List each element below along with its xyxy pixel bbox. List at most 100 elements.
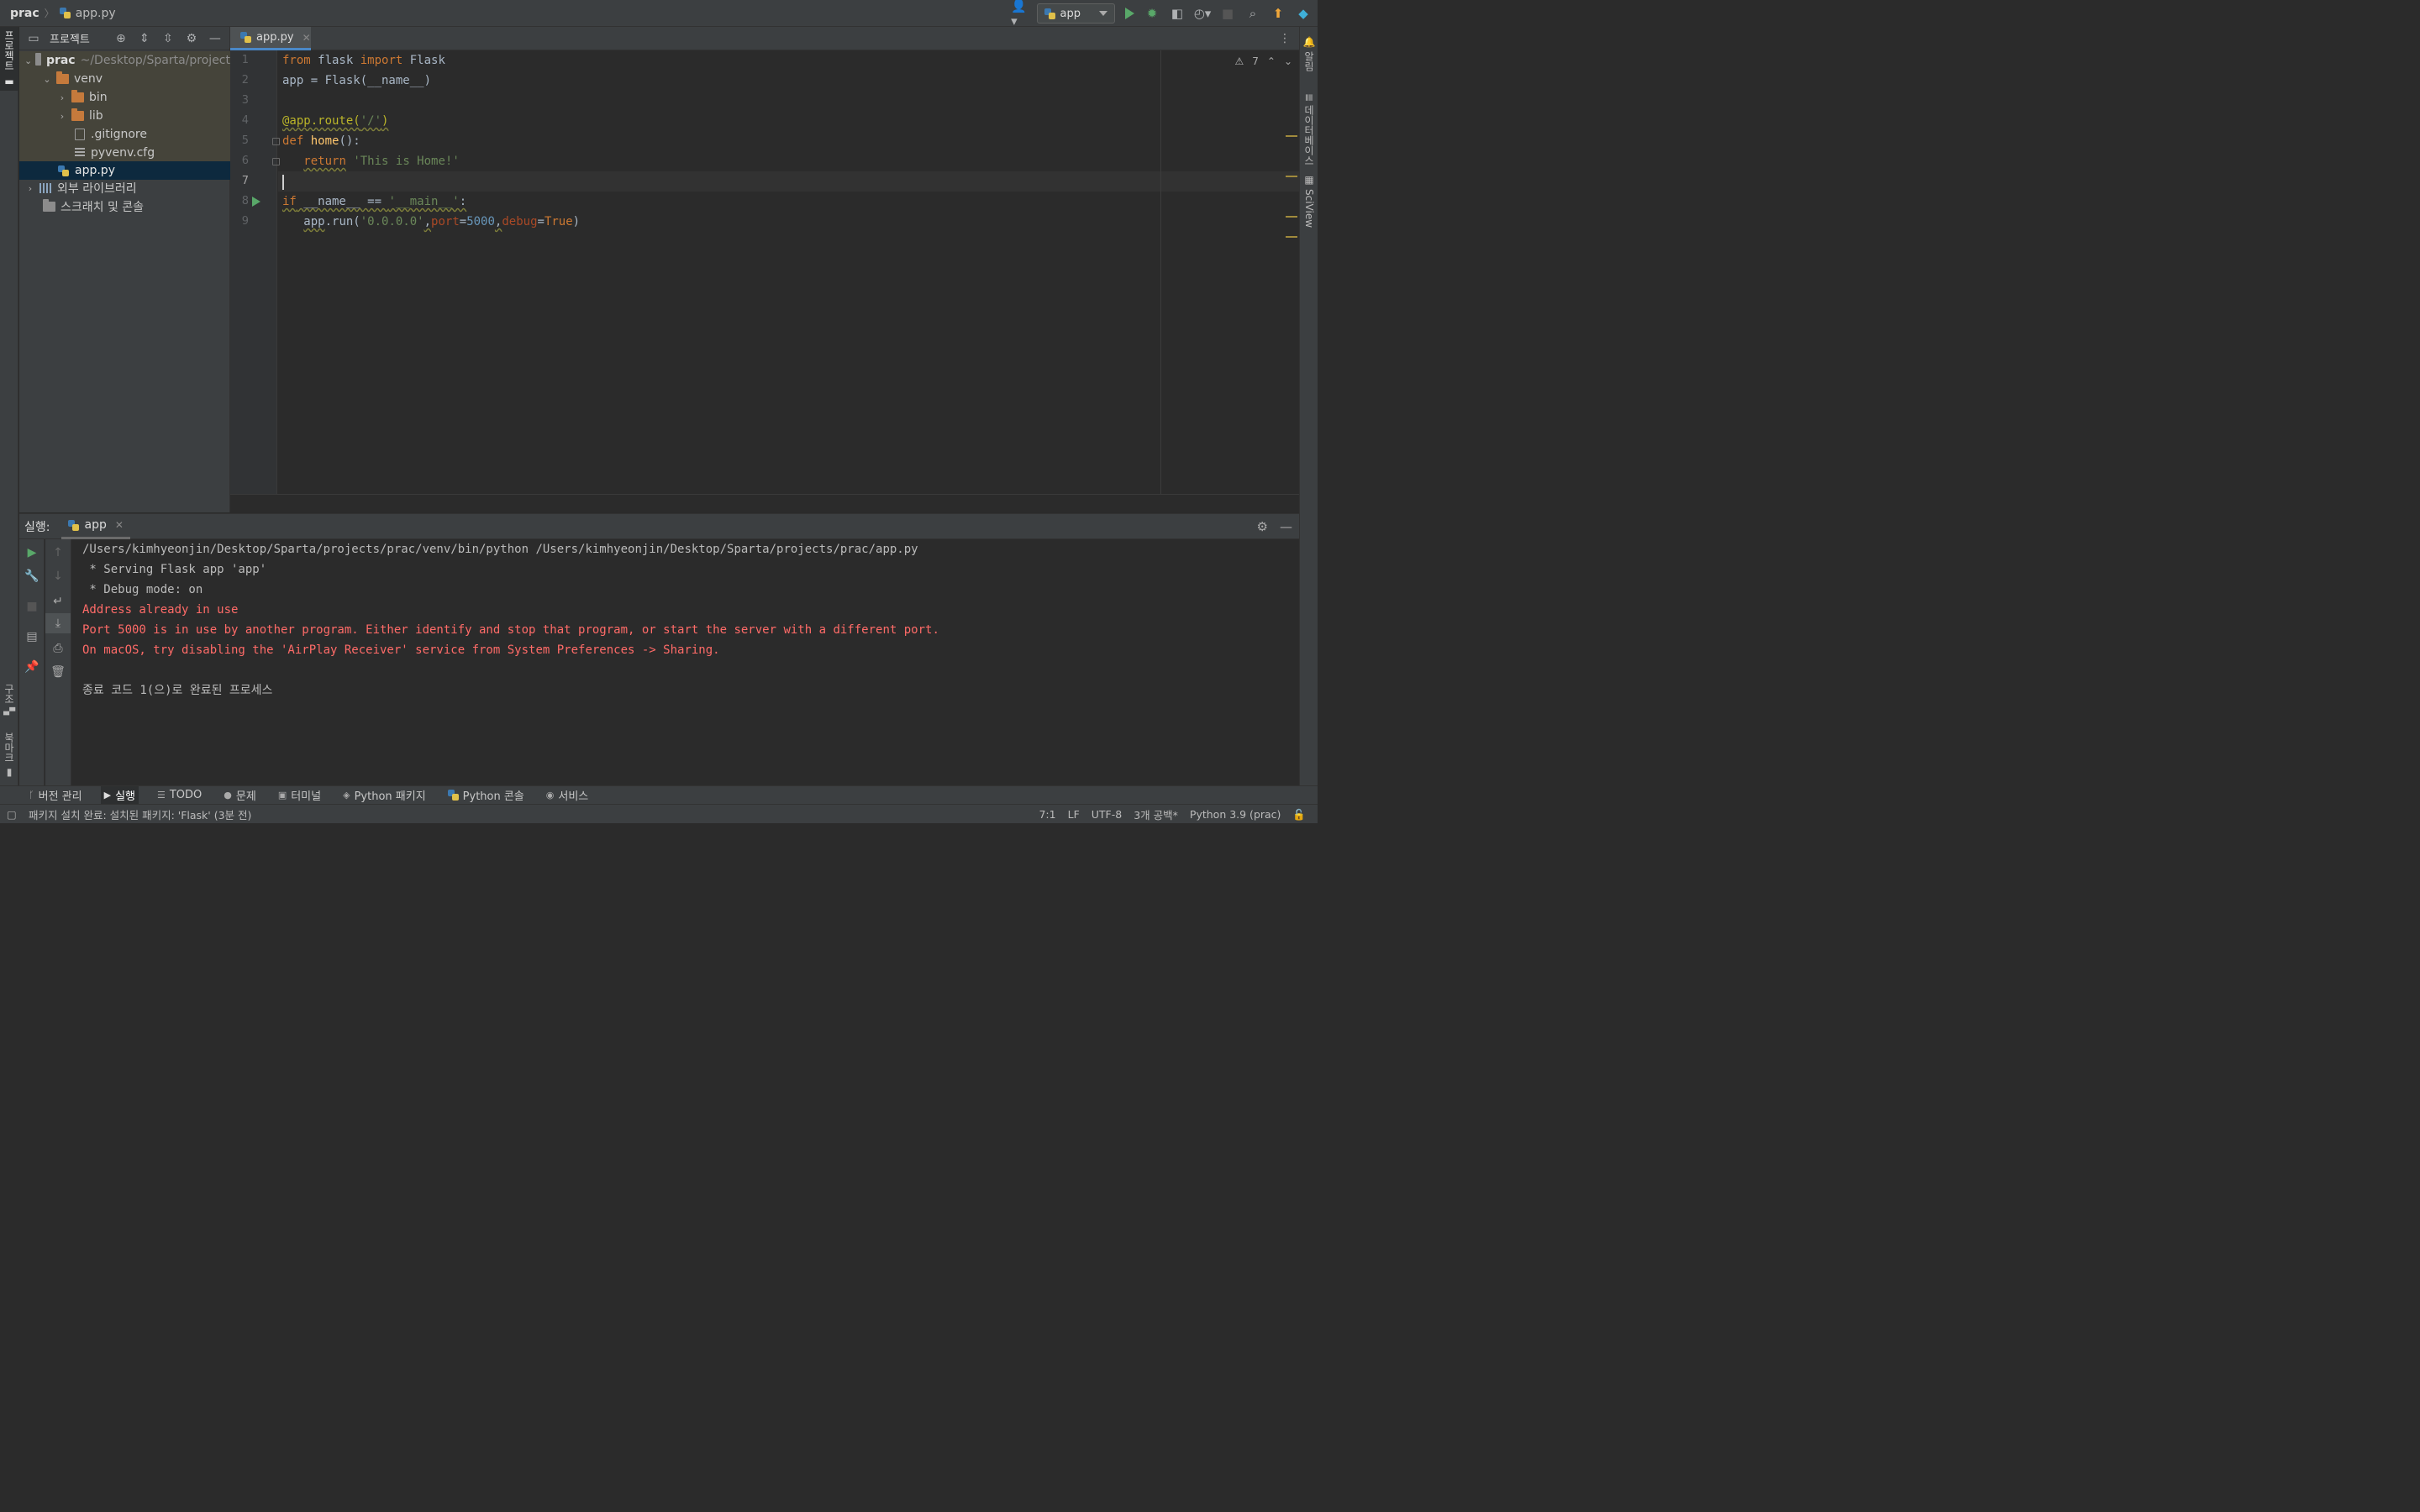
toolwindow-notifications[interactable]: 🔔 알림	[1300, 32, 1318, 76]
chevron-right-icon[interactable]: ›	[56, 92, 68, 103]
run-toolbar-primary: ▶ 🔧 ■ ▤ 📌	[19, 539, 45, 786]
more-options-icon[interactable]: ⋮	[1279, 32, 1291, 45]
tab-problems[interactable]: ● 문제	[220, 786, 260, 805]
arrow-down-icon[interactable]: ↓	[45, 566, 71, 586]
tree-item-app-py[interactable]: app.py	[19, 161, 230, 180]
tree-item-label: lib	[89, 109, 103, 123]
hide-panel-icon[interactable]: —	[208, 32, 223, 45]
breadcrumb-file[interactable]: app.py	[76, 7, 116, 20]
soft-wrap-icon[interactable]: ↵	[45, 591, 71, 612]
tab-terminal[interactable]: ▣ 터미널	[275, 786, 324, 805]
tree-item-external-libraries[interactable]: › 외부 라이브러리	[19, 179, 230, 197]
tree-item-venv[interactable]: ⌄ venv	[19, 70, 230, 88]
jetbrains-toolbox-icon[interactable]: ◆	[1296, 6, 1311, 21]
tree-item-scratches[interactable]: 스크래치 및 콘솔	[19, 197, 230, 216]
run-gutter-icon[interactable]	[252, 197, 260, 207]
inspection-widget[interactable]: ⚠ 7 ⌃ ⌄	[1234, 55, 1292, 67]
rerun-icon[interactable]: ▶	[19, 543, 45, 563]
caret-position[interactable]: 7:1	[1039, 808, 1055, 821]
run-configuration-select[interactable]: app	[1036, 3, 1115, 24]
chevron-down-icon[interactable]: ⌄	[41, 74, 53, 85]
tree-item-pyvenv-cfg[interactable]: pyvenv.cfg	[19, 144, 230, 162]
arrow-up-icon[interactable]: ↑	[45, 543, 71, 563]
editor-gutter[interactable]: 1 2 3 4 5 6 7 8 9	[230, 50, 280, 494]
tab-services[interactable]: ◉ 서비스	[543, 786, 592, 805]
tab-label: Python 콘솔	[462, 790, 524, 803]
tab-version-control[interactable]: ᚴ 버전 관리	[25, 786, 86, 805]
update-icon[interactable]: ⬆	[1270, 6, 1286, 21]
tab-todo[interactable]: ☰ TODO	[154, 786, 205, 805]
profile-icon[interactable]: ◴▾	[1194, 6, 1212, 21]
line-number: 5	[241, 134, 249, 147]
chevron-down-icon[interactable]: ⌄	[24, 55, 32, 66]
toolwindow-structure[interactable]: 구조 ▚	[0, 679, 18, 721]
toggle-tool-windows-icon[interactable]: ▢	[7, 808, 17, 821]
locate-file-icon[interactable]: ⊕	[113, 32, 129, 45]
user-account-icon[interactable]: 👤▾	[1011, 0, 1027, 29]
close-icon[interactable]: ✕	[115, 519, 124, 531]
edit-configuration-icon[interactable]: 🔧	[19, 566, 45, 586]
list-icon: ☰	[156, 790, 166, 801]
toolwindow-project[interactable]: 프로젝트 ▬	[0, 27, 18, 91]
tree-item-label: 외부 라이브러리	[57, 182, 137, 196]
tree-item-lib[interactable]: › lib	[19, 107, 230, 125]
warning-stripe-mark[interactable]	[1286, 176, 1297, 177]
trash-icon[interactable]: 🗑	[45, 662, 71, 682]
fold-icon[interactable]	[272, 138, 280, 145]
print-icon[interactable]: ⎙	[45, 638, 71, 659]
chevron-up-icon[interactable]: ⌃	[1267, 55, 1276, 67]
editor-tab-app-py[interactable]: app.py ✕	[230, 27, 311, 50]
terminal-icon: ▣	[277, 790, 287, 801]
gear-icon[interactable]: ⚙	[184, 32, 199, 45]
breadcrumb-project[interactable]: prac	[10, 7, 39, 20]
chevron-right-icon[interactable]: ›	[24, 183, 36, 194]
toolwindow-database[interactable]: ≣ 데이터베이스	[1300, 82, 1318, 176]
chevron-down-icon[interactable]: ⌄	[1284, 55, 1292, 67]
folder-icon: ▬	[3, 76, 15, 87]
line-number: 7	[241, 175, 249, 187]
code-editor[interactable]: 1 2 3 4 5 6 7 8 9 from flask import Flas…	[230, 50, 1299, 494]
collapse-all-icon[interactable]: ⇳	[160, 32, 176, 45]
tree-item-bin[interactable]: › bin	[19, 88, 230, 107]
hide-panel-icon[interactable]: —	[1280, 519, 1292, 534]
chevron-right-icon[interactable]: ›	[56, 111, 68, 122]
editor-horizontal-scrollbar[interactable]	[230, 494, 1299, 512]
expand-all-icon[interactable]: ⇕	[137, 32, 152, 45]
debug-icon[interactable]: ✹	[1144, 6, 1160, 21]
close-icon[interactable]: ✕	[302, 32, 311, 44]
warning-stripe-mark[interactable]	[1286, 216, 1297, 218]
sciview-icon: ▦	[1303, 173, 1315, 186]
scroll-to-end-icon[interactable]: ⤓	[45, 613, 71, 633]
status-message[interactable]: 패키지 설치 완료: 설치된 패키지: 'Flask' (3분 전)	[0, 806, 251, 822]
toolwindow-bookmarks[interactable]: 북마크 ▮	[0, 731, 18, 780]
coverage-icon[interactable]: ◧	[1170, 6, 1185, 21]
python-interpreter[interactable]: Python 3.9 (prac)	[1190, 808, 1281, 821]
stop-icon[interactable]: ■	[19, 596, 45, 617]
warning-stripe-mark[interactable]	[1286, 236, 1297, 238]
project-panel-title[interactable]: 프로젝트	[50, 30, 90, 46]
tree-item-prac[interactable]: ⌄ prac ~/Desktop/Sparta/project	[19, 51, 230, 70]
tree-item-label: bin	[89, 91, 108, 104]
tab-python-console[interactable]: Python 콘솔	[445, 786, 528, 805]
tree-item-gitignore[interactable]: .gitignore	[19, 125, 230, 144]
layout-icon[interactable]: ▤	[19, 627, 45, 647]
search-icon[interactable]: ⌕	[1245, 6, 1260, 21]
warning-icon: ⚠	[1234, 55, 1244, 67]
console-error-line: Address already in use	[82, 603, 239, 617]
run-tab-app[interactable]: app ✕	[61, 514, 130, 539]
run-button[interactable]	[1125, 8, 1134, 19]
console-output[interactable]: /Users/kimhyeonjin/Desktop/Sparta/projec…	[82, 539, 1292, 786]
pin-icon[interactable]: 📌	[19, 657, 45, 677]
gear-icon[interactable]: ⚙	[1257, 519, 1268, 534]
tab-python-packages[interactable]: ◈ Python 패키지	[339, 786, 429, 805]
tab-run[interactable]: ▶ 실행	[100, 785, 139, 805]
file-encoding[interactable]: UTF-8	[1092, 808, 1122, 821]
warning-stripe-mark[interactable]	[1286, 135, 1297, 137]
title-bar: prac 〉 app.py 👤▾ app ✹ ◧ ◴▾ ■ ⌕ ⬆ ◆	[0, 0, 1318, 29]
line-separator[interactable]: LF	[1068, 808, 1080, 821]
toolwindow-sciview[interactable]: ▦ SciView	[1300, 171, 1318, 230]
lock-icon[interactable]: 🔓	[1292, 808, 1306, 822]
fold-icon[interactable]	[272, 158, 280, 165]
indent-setting[interactable]: 3개 공백*	[1134, 806, 1178, 822]
stop-icon[interactable]: ■	[1220, 6, 1235, 21]
